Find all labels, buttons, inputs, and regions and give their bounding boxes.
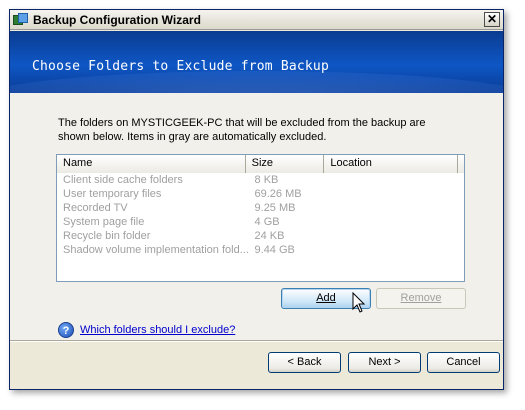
cell-size: 4 GB (254, 216, 280, 228)
page-title: Choose Folders to Exclude from Backup (32, 59, 329, 74)
column-header-filler (458, 155, 464, 173)
cell-location (328, 215, 464, 229)
back-button-label: < Back (287, 356, 322, 368)
title-bar[interactable]: Backup Configuration Wizard ✕ (10, 10, 503, 30)
cell-location (328, 201, 464, 215)
cell-name: Client side cache folders (63, 174, 183, 186)
next-button[interactable]: Next > (348, 352, 421, 373)
help-icon[interactable]: ? (58, 322, 74, 338)
mouse-cursor-icon (352, 292, 366, 313)
table-row[interactable]: Recycle bin folder 24 KB (57, 229, 464, 243)
column-header-size[interactable]: Size (245, 155, 325, 173)
intro-text: The folders on MYSTICGEEK-PC that will b… (58, 117, 426, 143)
cell-size: 8 KB (254, 174, 279, 186)
table-row[interactable]: Recorded TV 9.25 MB (57, 201, 464, 215)
wizard-banner: Choose Folders to Exclude from Backup (10, 31, 503, 93)
remove-button[interactable]: Remove (376, 288, 466, 309)
backup-app-icon (13, 12, 29, 27)
cancel-button[interactable]: Cancel (427, 352, 500, 373)
next-button-label: Next > (368, 356, 401, 368)
cell-location (328, 187, 464, 201)
column-header-location[interactable]: Location (324, 155, 458, 173)
remove-button-label: Remove (400, 292, 442, 304)
cell-name: User temporary files (63, 188, 162, 200)
cell-location (328, 229, 464, 243)
cell-name: Shadow volume implementation fold... (63, 244, 249, 256)
cell-location (328, 173, 464, 187)
close-icon[interactable]: ✕ (484, 12, 500, 27)
excluded-folders-list[interactable]: Name Size Location Client side cache fol… (56, 154, 465, 282)
list-rows: Client side cache folders 8 KB User tempor… (57, 173, 464, 257)
table-row[interactable]: System page file 4 GB (57, 215, 464, 229)
add-button-label: Add (316, 292, 336, 304)
cell-name: Recorded TV (63, 202, 128, 214)
cell-name: System page file (63, 216, 145, 228)
list-header: Name Size Location (57, 155, 464, 173)
cell-size: 9.44 GB (254, 244, 295, 256)
window-title: Backup Configuration Wizard (33, 12, 201, 27)
content-area: The folders on MYSTICGEEK-PC that will b… (10, 93, 503, 340)
cell-location (328, 243, 464, 257)
column-header-name[interactable]: Name (57, 155, 246, 173)
cell-size: 9.25 MB (254, 202, 296, 214)
cancel-button-label: Cancel (446, 356, 481, 368)
wizard-window: Backup Configuration Wizard ✕ Choose Fol… (9, 9, 504, 390)
table-row[interactable]: Shadow volume implementation fold... 9.44… (57, 243, 464, 257)
cell-size: 24 KB (254, 230, 285, 242)
footer-separator (10, 340, 503, 342)
table-row[interactable]: Client side cache folders 8 KB (57, 173, 464, 187)
cell-size: 69.26 MB (254, 188, 302, 200)
cell-name: Recycle bin folder (63, 230, 151, 242)
help-link[interactable]: Which folders should I exclude? (80, 324, 235, 336)
help-row: ? Which folders should I exclude? (58, 322, 235, 338)
table-row[interactable]: User temporary files 69.26 MB (57, 187, 464, 201)
back-button[interactable]: < Back (268, 352, 341, 373)
